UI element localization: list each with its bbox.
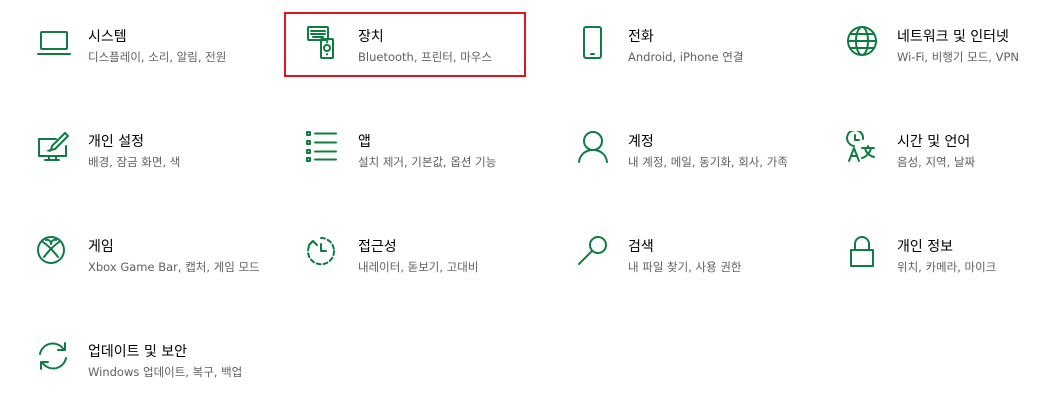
tile-title: 개인 정보 xyxy=(897,239,953,255)
settings-tile-time-language[interactable]: 시간 및 언어 음성, 지역, 날짜 xyxy=(845,131,1064,211)
tile-description: Xbox Game Bar, 캡처, 게임 모드 xyxy=(88,260,260,274)
settings-tile-phone[interactable]: 전화 Android, iPhone 연결 xyxy=(576,26,816,106)
settings-tile-update-security[interactable]: 업데이트 및 보안 Windows 업데이트, 복구, 백업 xyxy=(36,341,276,409)
tile-title: 검색 xyxy=(628,239,654,255)
tile-description: 내 파일 찾기, 사용 권한 xyxy=(628,260,742,274)
globe-icon xyxy=(845,26,881,62)
tile-description: 설치 제거, 기본값, 옵션 기능 xyxy=(358,155,497,169)
tile-description: Wi-Fi, 비행기 모드, VPN xyxy=(897,50,1020,64)
laptop-icon xyxy=(36,26,72,62)
settings-tile-ease-of-access[interactable]: 접근성 내레이터, 돋보기, 고대비 xyxy=(306,236,546,316)
apps-list-icon xyxy=(306,131,342,167)
tile-title: 장치 xyxy=(358,29,384,45)
settings-tile-apps[interactable]: 앱 설치 제거, 기본값, 옵션 기능 xyxy=(306,131,546,211)
xbox-icon xyxy=(36,236,72,272)
tile-title: 네트워크 및 인터넷 xyxy=(897,29,1009,45)
tile-description: 내 계정, 메일, 동기화, 회사, 가족 xyxy=(628,155,788,169)
sync-icon xyxy=(36,341,72,377)
tile-title: 게임 xyxy=(88,239,114,255)
tile-description: 디스플레이, 소리, 알림, 전원 xyxy=(88,50,227,64)
tile-description: 내레이터, 돋보기, 고대비 xyxy=(358,260,479,274)
tile-title: 전화 xyxy=(628,29,654,45)
settings-tile-system[interactable]: 시스템 디스플레이, 소리, 알림, 전원 xyxy=(36,26,276,106)
tile-title: 시스템 xyxy=(88,29,127,45)
settings-tile-search[interactable]: 검색 내 파일 찾기, 사용 권한 xyxy=(576,236,816,316)
tile-description: 위치, 카메라, 마이크 xyxy=(897,260,997,274)
tile-title: 개인 설정 xyxy=(88,134,144,150)
personalization-icon xyxy=(36,131,72,167)
settings-tile-accounts[interactable]: 계정 내 계정, 메일, 동기화, 회사, 가족 xyxy=(576,131,816,211)
tile-description: 배경, 잠금 화면, 색 xyxy=(88,155,181,169)
lock-icon xyxy=(845,236,881,272)
settings-grid: 시스템 디스플레이, 소리, 알림, 전원 장치 Bluetooth, 프린터,… xyxy=(0,0,1064,409)
tile-title: 계정 xyxy=(628,134,654,150)
settings-tile-gaming[interactable]: 게임 Xbox Game Bar, 캡처, 게임 모드 xyxy=(36,236,276,316)
tile-title: 앱 xyxy=(358,134,371,150)
phone-icon xyxy=(576,26,612,62)
settings-tile-personalization[interactable]: 개인 설정 배경, 잠금 화면, 색 xyxy=(36,131,276,211)
tile-description: Bluetooth, 프린터, 마우스 xyxy=(358,50,492,64)
settings-tile-privacy[interactable]: 개인 정보 위치, 카메라, 마이크 xyxy=(845,236,1064,316)
tile-description: Android, iPhone 연결 xyxy=(628,50,744,64)
time-language-icon xyxy=(845,131,881,167)
settings-tile-devices[interactable]: 장치 Bluetooth, 프린터, 마우스 xyxy=(306,26,546,106)
tile-title: 시간 및 언어 xyxy=(897,134,971,150)
tile-description: 음성, 지역, 날짜 xyxy=(897,155,976,169)
devices-icon xyxy=(306,26,342,62)
settings-tile-network[interactable]: 네트워크 및 인터넷 Wi-Fi, 비행기 모드, VPN xyxy=(845,26,1064,106)
tile-description: Windows 업데이트, 복구, 백업 xyxy=(88,365,243,379)
tile-title: 업데이트 및 보안 xyxy=(88,344,188,360)
tile-title: 접근성 xyxy=(358,239,397,255)
person-icon xyxy=(576,131,612,167)
ease-of-access-icon xyxy=(306,236,342,272)
search-icon xyxy=(576,236,612,272)
